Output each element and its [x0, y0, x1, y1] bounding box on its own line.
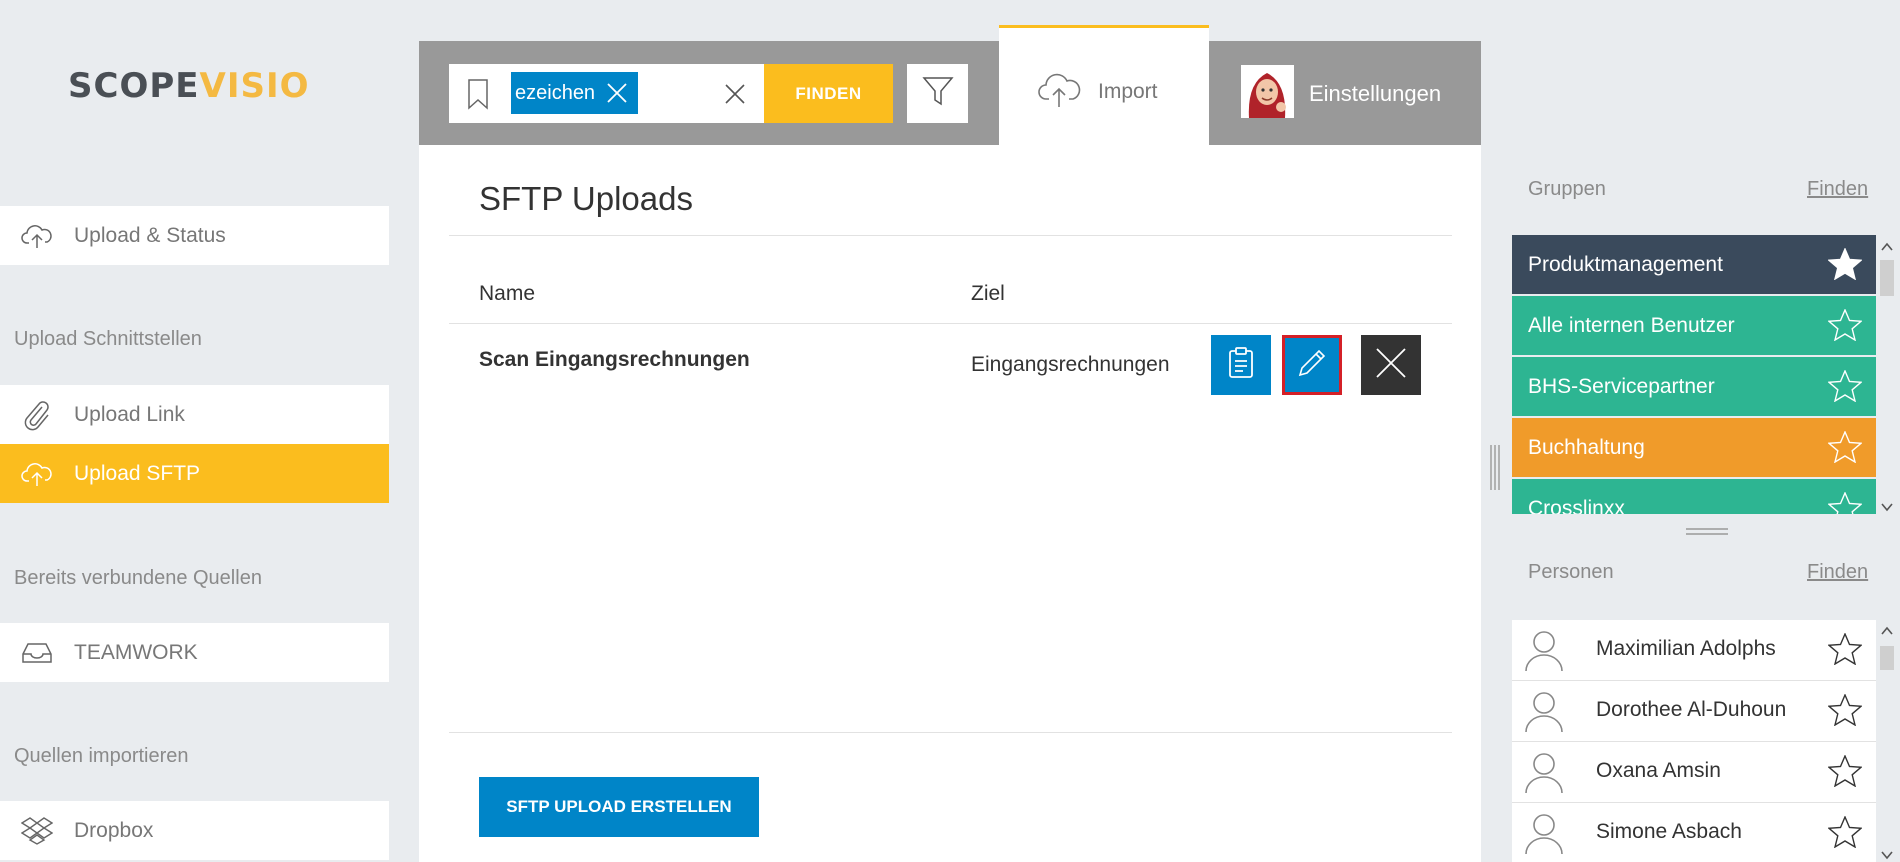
dropbox-icon — [0, 816, 74, 846]
divider — [449, 732, 1452, 733]
sidebar-item-label: TEAMWORK — [74, 640, 198, 664]
scroll-down-icon[interactable] — [1878, 500, 1896, 514]
person-name: Simone Asbach — [1596, 820, 1742, 843]
avatar — [1241, 65, 1294, 118]
star-icon[interactable] — [1827, 754, 1863, 792]
create-sftp-upload-button[interactable]: SFTP UPLOAD ERSTELLEN — [479, 777, 759, 837]
star-icon[interactable] — [1827, 693, 1863, 731]
groups-title: Gruppen — [1528, 178, 1606, 200]
person-name: Dorothee Al-Duhoun — [1596, 698, 1787, 721]
groups-find-link[interactable]: Finden — [1807, 178, 1868, 201]
group-item[interactable]: BHS-Servicepartner — [1512, 357, 1876, 416]
star-icon[interactable] — [1827, 632, 1863, 670]
group-item[interactable]: Buchhaltung — [1512, 418, 1876, 477]
section-verbundene-quellen: Bereits verbundene Quellen — [14, 567, 262, 589]
divider — [449, 235, 1452, 236]
person-name: Oxana Amsin — [1596, 759, 1721, 782]
copy-button[interactable] — [1211, 335, 1271, 395]
person-icon — [1524, 628, 1564, 677]
persons-list: Maximilian Adolphs Dorothee Al-Duhoun Ox… — [1512, 620, 1876, 862]
column-header-ziel: Ziel — [971, 282, 1005, 305]
tab-einstellungen-label: Einstellungen — [1309, 81, 1442, 106]
star-icon[interactable] — [1827, 815, 1863, 853]
delete-button[interactable] — [1361, 335, 1421, 395]
sidebar-item-label: Upload & Status — [74, 223, 226, 247]
star-icon[interactable] — [1827, 430, 1863, 469]
clipboard-icon — [1228, 346, 1254, 384]
cloud-upload-icon — [0, 223, 74, 249]
search-input[interactable]: ezeichen — [449, 64, 765, 123]
person-icon — [1524, 689, 1564, 738]
section-resize-handle[interactable] — [1686, 525, 1728, 537]
search-tag[interactable]: ezeichen — [511, 72, 638, 114]
page-title: SFTP Uploads — [479, 180, 693, 217]
section-upload-schnittstellen: Upload Schnittstellen — [14, 328, 202, 350]
cloud-upload-icon — [0, 461, 74, 487]
scroll-thumb[interactable] — [1880, 260, 1894, 296]
person-name: Maximilian Adolphs — [1596, 637, 1776, 660]
tab-einstellungen[interactable]: Einstellungen — [1211, 41, 1481, 145]
persons-scrollbar[interactable] — [1878, 624, 1896, 862]
clear-search-icon[interactable] — [724, 83, 746, 110]
filter-button[interactable] — [907, 64, 968, 123]
filter-icon — [921, 75, 954, 112]
close-icon — [1375, 347, 1407, 384]
star-filled-icon[interactable] — [1827, 247, 1863, 286]
tab-import-label: Import — [1098, 80, 1158, 103]
paperclip-icon — [0, 399, 74, 431]
edit-button[interactable] — [1282, 335, 1342, 395]
tab-import[interactable]: Import — [999, 25, 1209, 147]
sidebar-item-teamwork[interactable]: TEAMWORK — [0, 623, 389, 682]
persons-title: Personen — [1528, 561, 1614, 583]
group-item[interactable]: Produktmanagement — [1512, 235, 1876, 294]
group-label: Alle internen Benutzer — [1528, 313, 1735, 337]
row-target: Eingangsrechnungen — [971, 353, 1170, 376]
section-quellen-importieren: Quellen importieren — [14, 745, 189, 767]
scopevisio-logo[interactable]: SCOPEVISIO — [68, 66, 310, 106]
list-item[interactable]: Maximilian Adolphs — [1512, 620, 1876, 681]
groups-list: Produktmanagement Alle internen Benutzer… — [1512, 235, 1876, 514]
sidebar-item-dropbox[interactable]: Dropbox — [0, 801, 389, 860]
star-icon[interactable] — [1827, 491, 1863, 514]
group-label: BHS-Servicepartner — [1528, 374, 1715, 398]
scroll-up-icon[interactable] — [1878, 240, 1896, 254]
group-label: Buchhaltung — [1528, 435, 1645, 459]
find-button[interactable]: FINDEN — [764, 64, 893, 123]
list-item[interactable]: Oxana Amsin — [1512, 742, 1876, 803]
search-tag-label: ezeichen — [515, 81, 596, 104]
sidebar-item-upload-sftp[interactable]: Upload SFTP — [0, 444, 389, 503]
remove-tag-icon[interactable] — [606, 82, 628, 110]
sidebar-item-label: Upload SFTP — [74, 461, 201, 485]
main-panel: SFTP Uploads Name Ziel Scan Eingangsrech… — [419, 145, 1481, 862]
panel-resize-handle[interactable] — [1488, 445, 1502, 490]
group-label: Crosslinxx — [1528, 496, 1625, 515]
bookmark-icon[interactable] — [467, 78, 489, 115]
inbox-icon — [0, 641, 74, 665]
group-item[interactable]: Crosslinxx — [1512, 479, 1876, 514]
group-label: Produktmanagement — [1528, 252, 1723, 276]
pencil-icon — [1296, 347, 1328, 384]
star-icon[interactable] — [1827, 308, 1863, 347]
sidebar-item-label: Dropbox — [74, 818, 154, 842]
sidebar-item-upload-status[interactable]: Upload & Status — [0, 206, 389, 265]
sidebar-item-label: Upload Link — [74, 402, 185, 426]
column-header-name: Name — [479, 282, 536, 305]
group-item[interactable]: Alle internen Benutzer — [1512, 296, 1876, 355]
person-icon — [1524, 750, 1564, 799]
sidebar-item-upload-link[interactable]: Upload Link — [0, 385, 389, 444]
scroll-down-icon[interactable] — [1878, 848, 1896, 862]
cloud-upload-icon — [1037, 70, 1081, 113]
persons-find-link[interactable]: Finden — [1807, 561, 1868, 584]
divider — [449, 323, 1452, 324]
star-icon[interactable] — [1827, 369, 1863, 408]
list-item[interactable]: Dorothee Al-Duhoun — [1512, 681, 1876, 742]
scroll-up-icon[interactable] — [1878, 624, 1896, 638]
groups-scrollbar[interactable] — [1878, 240, 1896, 514]
person-icon — [1524, 811, 1564, 860]
list-item[interactable]: Simone Asbach — [1512, 803, 1876, 862]
row-name: Scan Eingangsrechnungen — [479, 348, 750, 371]
scroll-thumb[interactable] — [1880, 646, 1894, 670]
